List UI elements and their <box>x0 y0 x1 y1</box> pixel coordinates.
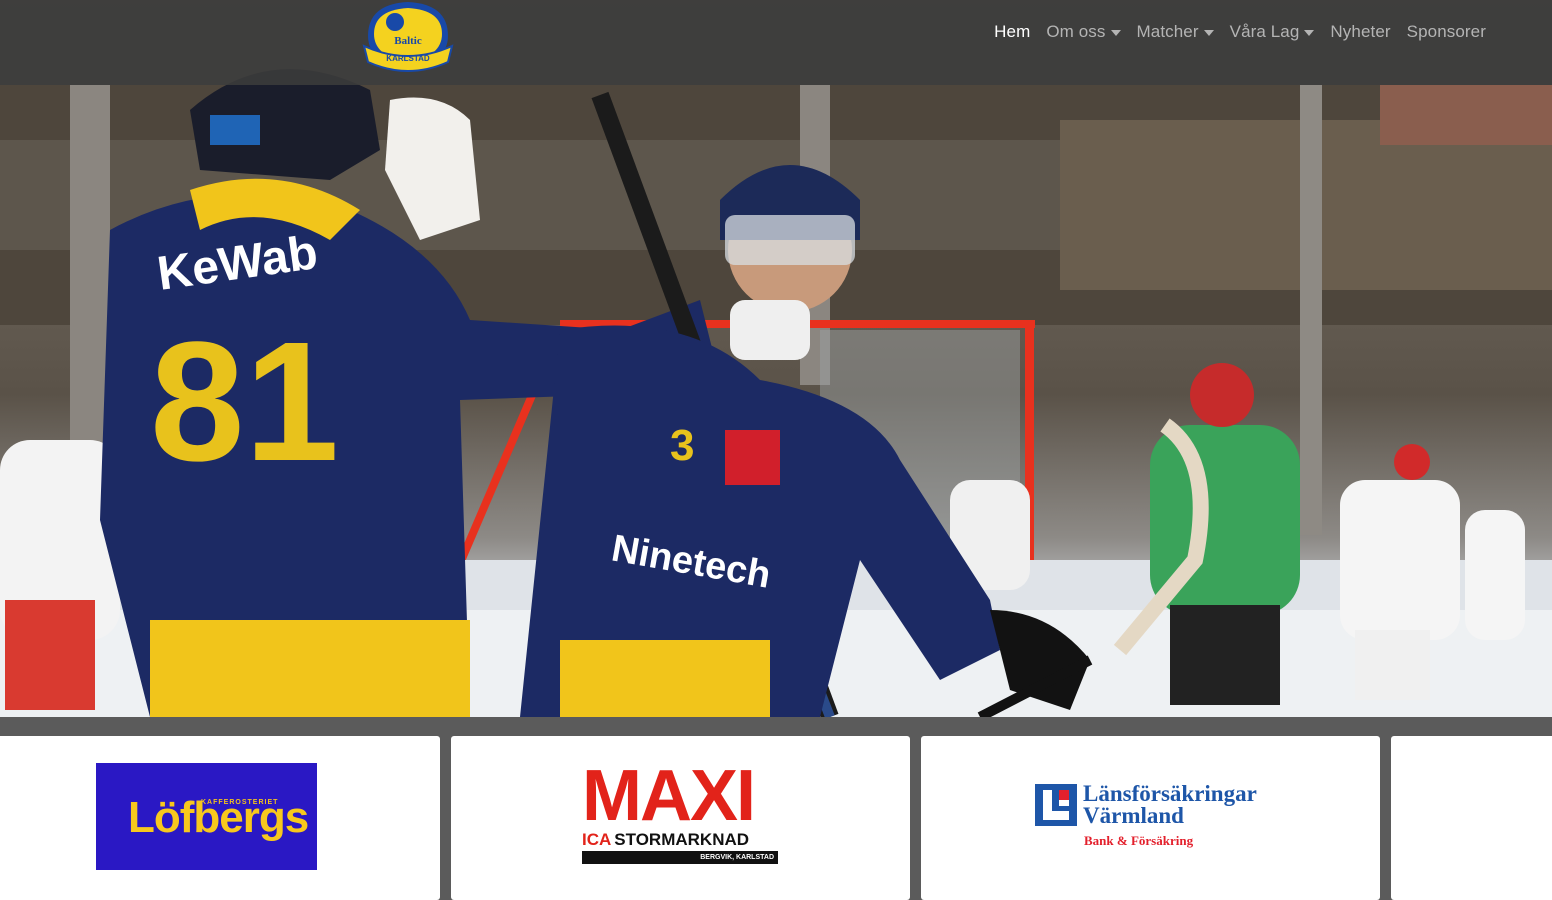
sponsor-card-lofbergs[interactable]: KAFFEROSTERIET Löfbergs <box>0 736 440 900</box>
hero-image: 81 KeWab 3 Ninetech <box>0 0 1552 717</box>
nav-item-om-oss[interactable]: Om oss <box>1046 22 1121 42</box>
maxi-location: BERGVIK, KARLSTAD <box>582 851 778 864</box>
nav-label: Sponsorer <box>1406 22 1486 41</box>
lofbergs-name: Löfbergs <box>128 793 309 842</box>
sponsor-card-lansforsakringar[interactable]: Länsförsäkringar Värmland Bank & Försäkr… <box>921 736 1380 900</box>
logo-text-baltic: Baltic <box>394 35 422 47</box>
sponsor-card-maxi[interactable]: MAXI ICA STORMARKNAD BERGVIK, KARLSTAD <box>451 736 910 900</box>
nav-item-matcher[interactable]: Matcher <box>1137 22 1214 42</box>
nav-label: Hem <box>994 22 1031 41</box>
sponsor-card-partial[interactable] <box>1391 736 1552 900</box>
nav-label: Matcher <box>1136 22 1199 41</box>
hero-photo-illustration: 81 KeWab 3 Ninetech <box>0 69 1552 717</box>
nav-item-sponsorer[interactable]: Sponsorer <box>1407 22 1486 42</box>
lf-tagline: Bank & Försäkring <box>1084 833 1194 848</box>
svg-text:3: 3 <box>670 421 694 470</box>
lansforsakringar-mark-icon <box>1035 784 1077 826</box>
svg-text:81: 81 <box>150 307 339 497</box>
lofbergs-logo: KAFFEROSTERIET Löfbergs <box>96 763 317 870</box>
club-logo[interactable]: KARLSTAD Baltic <box>362 0 454 72</box>
caret-down-icon <box>1203 30 1214 36</box>
caret-down-icon <box>1304 30 1315 36</box>
top-navbar: KARLSTAD Baltic Hem Om oss Matcher Våra … <box>0 0 1552 85</box>
lansforsakringar-logo: Länsförsäkringar Värmland Bank & Försäkr… <box>1035 782 1275 852</box>
maxi-name: MAXI <box>582 756 756 836</box>
maxi-logo: MAXI ICA STORMARKNAD BERGVIK, KARLSTAD <box>582 756 778 864</box>
nav-label: Nyheter <box>1330 22 1391 41</box>
lf-name-line2: Värmland <box>1083 803 1184 828</box>
nav-item-vara-lag[interactable]: Våra Lag <box>1230 22 1315 42</box>
nav-item-nyheter[interactable]: Nyheter <box>1330 22 1390 42</box>
nav-label: Våra Lag <box>1229 22 1300 41</box>
caret-down-icon <box>1110 30 1121 36</box>
logo-text-karlstad: KARLSTAD <box>386 54 430 63</box>
nav-item-hem[interactable]: Hem <box>994 22 1030 42</box>
main-nav: Hem Om oss Matcher Våra Lag Nyheter Spon… <box>994 22 1486 42</box>
maxi-stormarknad: STORMARKNAD <box>614 830 750 849</box>
nav-label: Om oss <box>1046 22 1106 41</box>
maxi-ica: ICA <box>582 830 612 849</box>
